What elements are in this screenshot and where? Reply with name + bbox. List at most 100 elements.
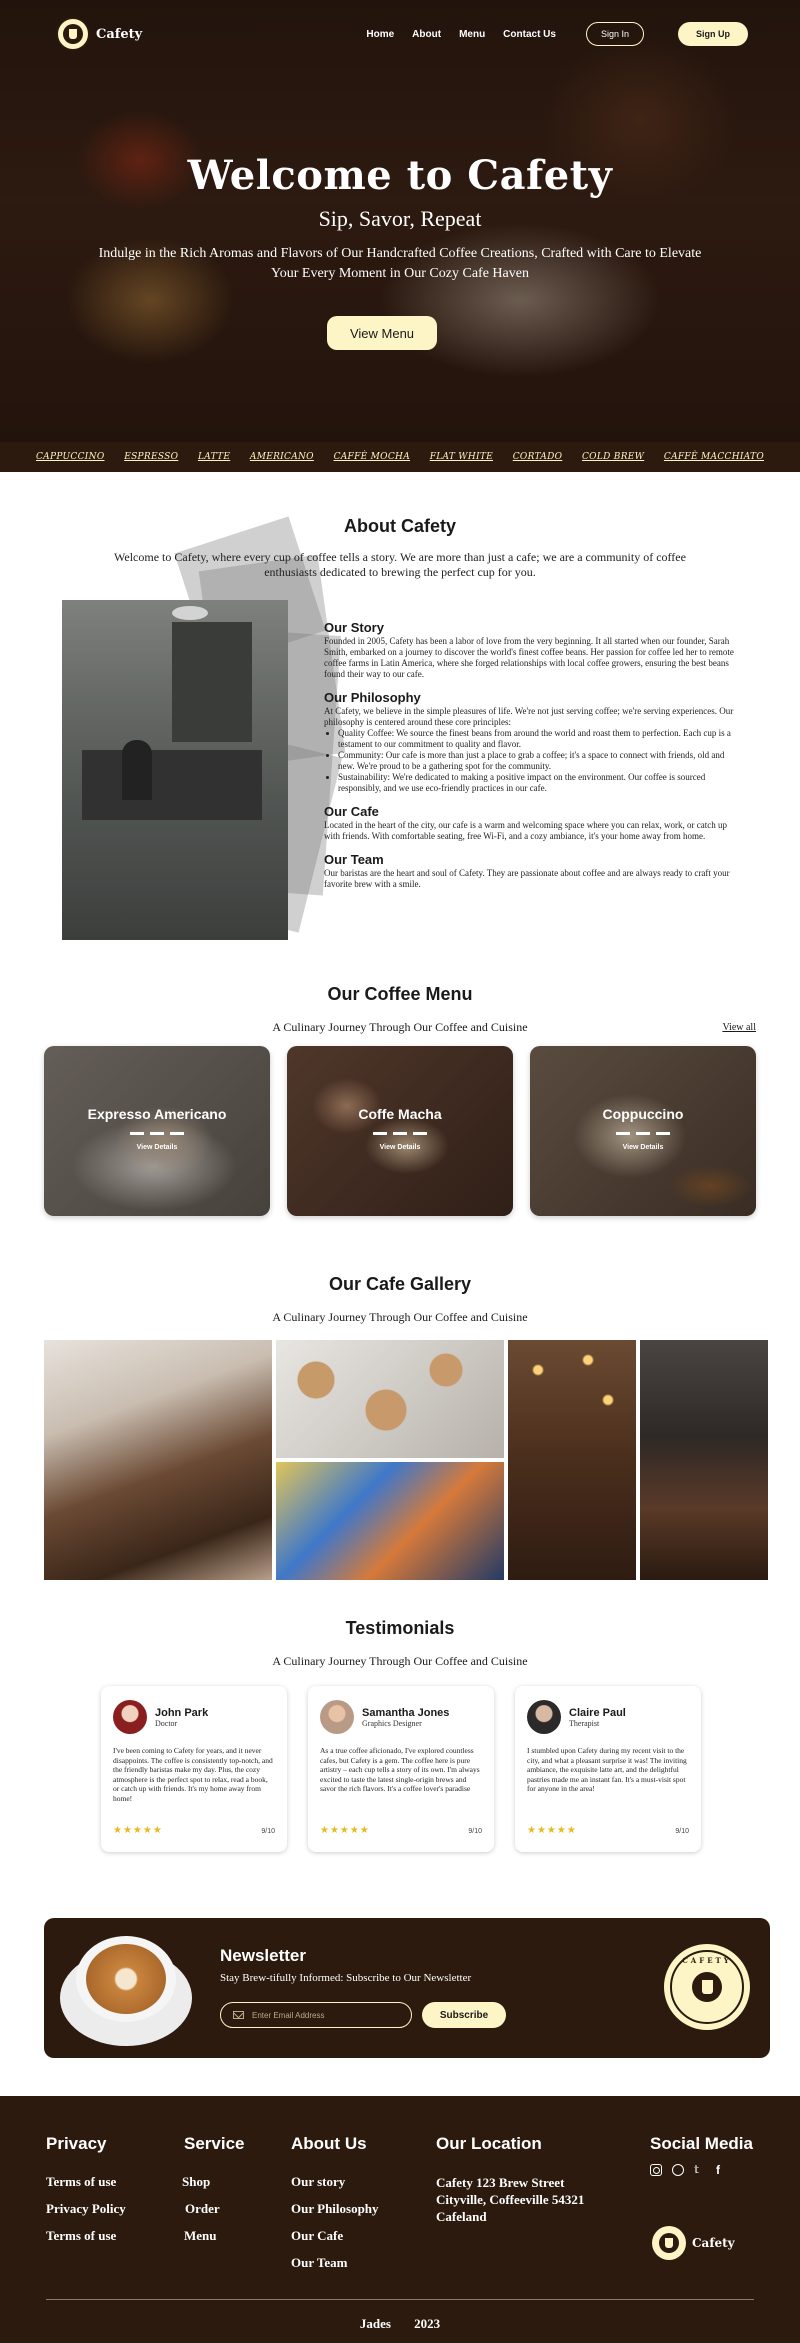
ticker-item: AMERICANO [249,452,314,462]
newsletter-subtitle: Stay Brew-tifully Informed: Subscribe to… [220,1972,472,1984]
cafe-heading: Our Cafe [324,804,379,819]
cafe-interior-photo [62,600,288,940]
cafety-badge-logo: CAFETY [664,1944,750,2030]
team-text: Our baristas are the heart and soul of C… [324,868,730,889]
hero-section: Cafety Home About Menu Contact Us Sign I… [0,0,800,442]
address-line: Cafety 123 Brew Street [436,2175,565,2190]
review-text: I've been coming to Cafety for years, an… [113,1746,273,1803]
view-details-link[interactable]: View Details [530,1144,756,1151]
newsletter-section: Newsletter Stay Brew-tifully Informed: S… [0,1898,800,2096]
view-menu-button[interactable]: View Menu [327,316,437,350]
testimonials-title: Testimonials [345,1618,455,1638]
footer-brand-logo[interactable]: Cafety [652,2226,735,2260]
menu-card-title: Coffe Macha [358,1106,442,1122]
top-nav: Cafety Home About Menu Contact Us Sign I… [56,16,748,52]
nav-home[interactable]: Home [366,29,394,40]
dash-divider [616,1132,670,1135]
avatar [113,1700,147,1734]
story-heading: Our Story [324,620,384,635]
email-input[interactable] [252,2010,402,2020]
review-score: 9/10 [468,1828,482,1835]
testimonial-card: Samantha Jones Graphics Designer As a tr… [308,1686,494,1852]
newsletter-title: Newsletter [220,1946,306,1965]
reviewer-role: Doctor [155,1718,178,1728]
ticker-item: ESPRESSO [124,452,179,462]
sign-up-button[interactable]: Sign Up [678,22,748,46]
footer-link-cafe[interactable]: Our Cafe [291,2228,379,2244]
view-details-link[interactable]: View Details [44,1144,270,1151]
mail-icon [233,2011,244,2019]
about-text: Our Story Founded in 2005, Cafety has be… [324,620,740,902]
footer-heading: About Us [291,2134,367,2153]
principle-item: Quality Coffee: We source the finest bea… [338,728,740,750]
cafe-text: Located in the heart of the city, our ca… [324,820,727,841]
star-rating-icon: ★★★★★ [527,1825,577,1836]
philosophy-text: At Cafety, we believe in the simple plea… [324,706,734,727]
testimonials-subtitle: A Culinary Journey Through Our Coffee an… [272,1654,528,1668]
about-title: About Cafety [344,516,456,536]
cup-logo-icon [56,17,90,51]
footer-link-menu[interactable]: Menu [184,2228,245,2244]
menu-card-americano[interactable]: Expresso Americano View Details [44,1046,270,1216]
hero-title: Welcome to Cafety [187,152,613,199]
brand-logo[interactable]: Cafety [56,17,142,51]
ticker-item: CAFFÈ MACCHIATO [663,452,764,462]
facebook-icon[interactable]: f [716,2164,728,2176]
email-field[interactable] [220,2002,412,2028]
avatar [320,1700,354,1734]
menu-card-cappuccino[interactable]: Coppuccino View Details [530,1046,756,1216]
view-details-link[interactable]: View Details [287,1144,513,1151]
menu-card-macha[interactable]: Coffe Macha View Details [287,1046,513,1216]
footer-link-terms[interactable]: Terms of use [46,2174,126,2190]
footer-link-shop[interactable]: Shop [182,2174,245,2190]
review-text: As a true coffee aficionado, I've explor… [320,1746,480,1793]
principle-item: Sustainability: We're dedicated to makin… [338,772,740,794]
footer-social: Social Media 𝕥 f [650,2134,753,2176]
ticker-item: CORTADO [512,452,563,462]
dash-divider [373,1132,427,1135]
gallery-image-latte-art [276,1340,504,1458]
footer-link-story[interactable]: Our story [291,2174,379,2190]
footer-link-privacy[interactable]: Privacy Policy [46,2201,126,2217]
twitter-icon[interactable]: 𝕥 [694,2164,706,2176]
footer-location: Our Location Cafety 123 Brew Street City… [436,2134,584,2225]
sign-in-button[interactable]: Sign In [585,22,644,46]
dash-divider [130,1132,184,1135]
copyright: Jades 2023 [0,2316,800,2332]
footer-privacy: Privacy Terms of use Privacy Policy Term… [46,2134,126,2255]
story-text: Founded in 2005, Cafety has been a labor… [324,636,734,679]
gallery-image-friends [276,1462,504,1580]
view-all-link[interactable]: View all [722,1022,756,1033]
menu-title: Our Coffee Menu [327,984,473,1004]
gallery-image-server [508,1340,636,1580]
gallery-section: Our Cafe Gallery A Culinary Journey Thro… [0,1258,800,1608]
address-line: Cityville, Coffeeville 54321 [436,2192,585,2207]
star-rating-icon: ★★★★★ [320,1825,370,1836]
principles-list: Quality Coffee: We source the finest bea… [324,728,740,794]
footer-link-terms-2[interactable]: Terms of use [46,2228,126,2244]
nav-about[interactable]: About [412,29,441,40]
menu-subtitle: A Culinary Journey Through Our Coffee an… [272,1020,528,1034]
gallery-image-pour [640,1340,768,1580]
site-footer: Privacy Terms of use Privacy Policy Term… [0,2096,800,2343]
testimonials-section: Testimonials A Culinary Journey Through … [0,1608,800,1898]
review-text: I stumbled upon Cafety during my recent … [527,1746,687,1793]
footer-link-team[interactable]: Our Team [291,2255,379,2271]
star-rating-icon: ★★★★★ [113,1825,163,1836]
copyright-name: Jades [359,2316,391,2331]
footer-link-order[interactable]: Order [185,2201,245,2217]
ticker-item: FLAT WHITE [429,452,494,462]
footer-divider [46,2299,754,2300]
subscribe-button[interactable]: Subscribe [422,2002,506,2028]
footer-about: About Us Our story Our Philosophy Our Ca… [291,2134,379,2282]
instagram-icon[interactable] [650,2164,662,2176]
gallery-title: Our Cafe Gallery [328,1274,472,1294]
nav-menu[interactable]: Menu [459,29,485,40]
whatsapp-icon[interactable] [672,2164,684,2176]
footer-link-philosophy[interactable]: Our Philosophy [291,2201,379,2217]
team-heading: Our Team [324,852,384,867]
about-section: About Cafety Welcome to Cafety, where ev… [0,472,800,962]
newsletter-banner: Newsletter Stay Brew-tifully Informed: S… [44,1918,770,2058]
brand-name: Cafety [96,26,143,42]
nav-contact[interactable]: Contact Us [503,29,556,40]
